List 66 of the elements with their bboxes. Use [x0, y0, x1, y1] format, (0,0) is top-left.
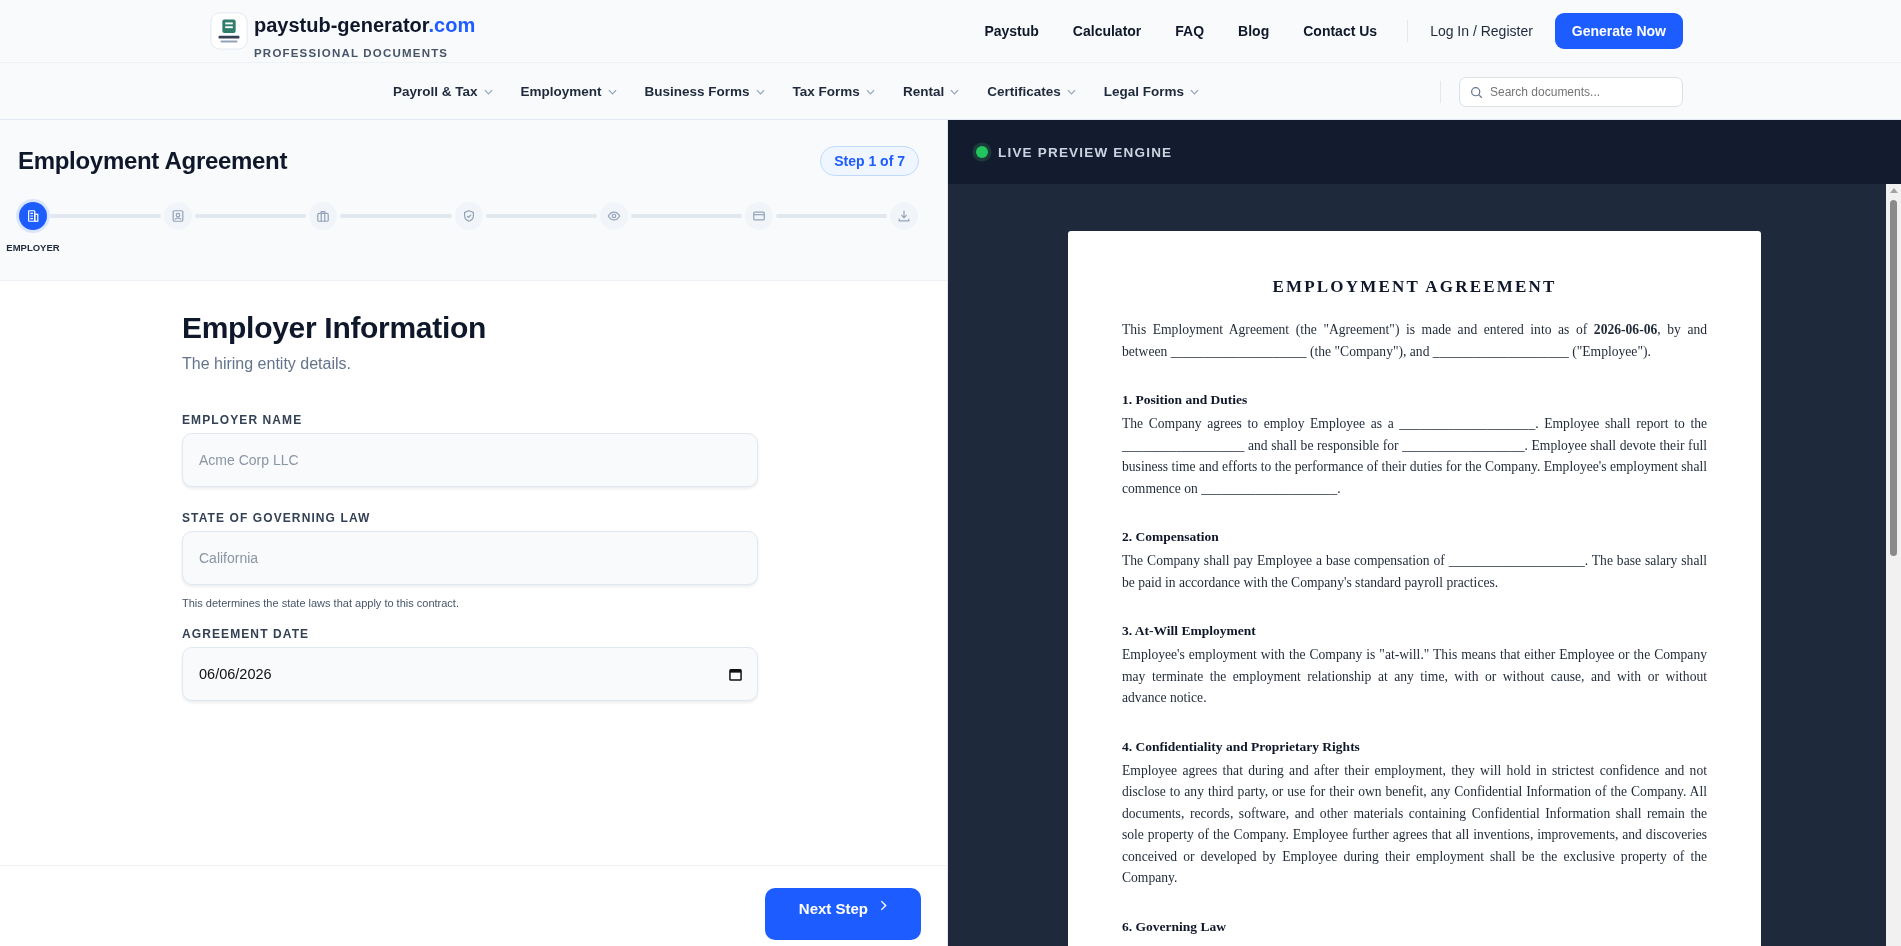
chevron-right-icon: [880, 900, 887, 911]
category-menu[interactable]: Legal Forms: [1103, 84, 1199, 99]
nav-link[interactable]: Paystub: [984, 23, 1039, 39]
category-menu[interactable]: Business Forms: [644, 84, 765, 99]
logo-icon[interactable]: [210, 12, 248, 50]
chevron-down-icon: [865, 88, 875, 95]
building-icon: [26, 209, 40, 223]
field-label: STATE OF GOVERNING LAW: [182, 511, 372, 525]
download-icon: [897, 209, 912, 223]
clause-heading: 3. At-Will Employment: [1122, 623, 1257, 639]
eye-icon: [606, 209, 621, 223]
credit-card-icon: [751, 209, 766, 223]
category-menu[interactable]: Tax Forms: [792, 84, 875, 99]
chevron-down-icon: [950, 88, 960, 95]
field-label: EMPLOYER NAME: [182, 413, 304, 427]
generate-now-button[interactable]: Generate Now: [1554, 13, 1683, 49]
clause-heading: 4. Confidentiality and Proprietary Rights: [1122, 738, 1361, 755]
field-label: AGREEMENT DATE: [182, 627, 311, 641]
site-logo-link[interactable]: paystub-generator.com: [254, 12, 476, 38]
chevron-down-icon: [1190, 88, 1199, 95]
category-menu[interactable]: Rental: [902, 84, 960, 99]
step-button[interactable]: [454, 202, 483, 230]
nav-link[interactable]: FAQ: [1175, 23, 1205, 39]
category-menu[interactable]: Employment: [520, 84, 617, 99]
live-indicator-icon: [972, 142, 992, 162]
step-button[interactable]: [309, 202, 338, 230]
scrollbar[interactable]: [1886, 184, 1901, 946]
tagline: PROFESSIONAL DOCUMENTS: [254, 47, 450, 59]
document-paragraph: The Company agrees to employ Employee as a ____________________. Employee shall report to the __________________ and shall be responsible for __________________. Employee shall devote their full business time and efforts to the performance of their duties for the Company. Employee's employment shall commence on ____________________.: [1122, 415, 1707, 498]
category-menu[interactable]: Payroll & Tax: [393, 84, 493, 99]
nav-link[interactable]: Contact Us: [1303, 23, 1378, 39]
chevron-down-icon: [1066, 88, 1076, 95]
document-paragraph: This Employment Agreement (the "Agreement") is made and entered into as of 2026-06-06, by and between ____________________ (the "Company"), and ____________________ ("Employee").: [1122, 321, 1707, 361]
briefcase-icon: [316, 209, 331, 223]
shield-check-icon: [461, 209, 476, 223]
step-counter: Step 1 of 7: [820, 146, 919, 176]
chevron-down-icon: [755, 88, 765, 95]
page-title: Employment Agreement: [18, 147, 288, 175]
input-field[interactable]: Acme Corp LLC: [182, 433, 758, 487]
date-field[interactable]: 06/06/2026: [182, 647, 758, 701]
nav-link[interactable]: Calculator: [1072, 23, 1142, 39]
step-button[interactable]: [599, 202, 628, 230]
nav-link[interactable]: Blog: [1238, 23, 1270, 39]
step-label: EMPLOYER: [6, 242, 60, 253]
calendar-icon[interactable]: [729, 668, 742, 681]
input-field[interactable]: California: [182, 531, 758, 585]
clause-heading: 1. Position and Duties: [1122, 392, 1249, 408]
next-step-button[interactable]: Next Step: [764, 888, 921, 940]
help-text: This determines the state laws that apply to this contract.: [182, 597, 460, 609]
category-menu[interactable]: Certificates: [987, 84, 1076, 99]
section-heading: Employer Information: [182, 311, 488, 345]
document-paragraph: Employee agrees that during and after their employment, they will hold in strictest confidence and not disclose to any third party, or use for their own benefit, any Confidential Information of the Company. All documents, records, software, and other materials containing Confidential Information shall remain the sole property of the Company. Employee further agrees that all inventions, improvements, and discoveries conceived or developed by Employee during their employment shall be the exclusive property of the Company.: [1122, 761, 1707, 887]
step-button[interactable]: [19, 202, 47, 230]
preview-title: LIVE PREVIEW ENGINE: [998, 144, 1173, 160]
document-title: EMPLOYMENT AGREEMENT: [1271, 277, 1558, 297]
document-paragraph: The Company shall pay Employee a base compensation of ____________________. The base salary shall be paid in accordance with the Company's standard payroll practices.: [1122, 552, 1707, 592]
id-card-icon: [171, 209, 186, 223]
chevron-down-icon: [607, 88, 617, 95]
document-paragraph: Employee's employment with the Company is "at-will." This means that either Employee or the Company may terminate the employment relationship at any time, with or without cause, and with or without advance notice.: [1122, 646, 1707, 707]
login-link[interactable]: Log In / Register: [1430, 23, 1533, 39]
section-subtitle: The hiring entity details.: [182, 355, 352, 373]
step-button[interactable]: [744, 202, 773, 230]
search-field[interactable]: Search documents...: [1459, 76, 1683, 107]
clause-heading: 6. Governing Law: [1122, 918, 1227, 935]
chevron-down-icon: [483, 88, 493, 95]
clause-heading: 2. Compensation: [1122, 529, 1220, 545]
